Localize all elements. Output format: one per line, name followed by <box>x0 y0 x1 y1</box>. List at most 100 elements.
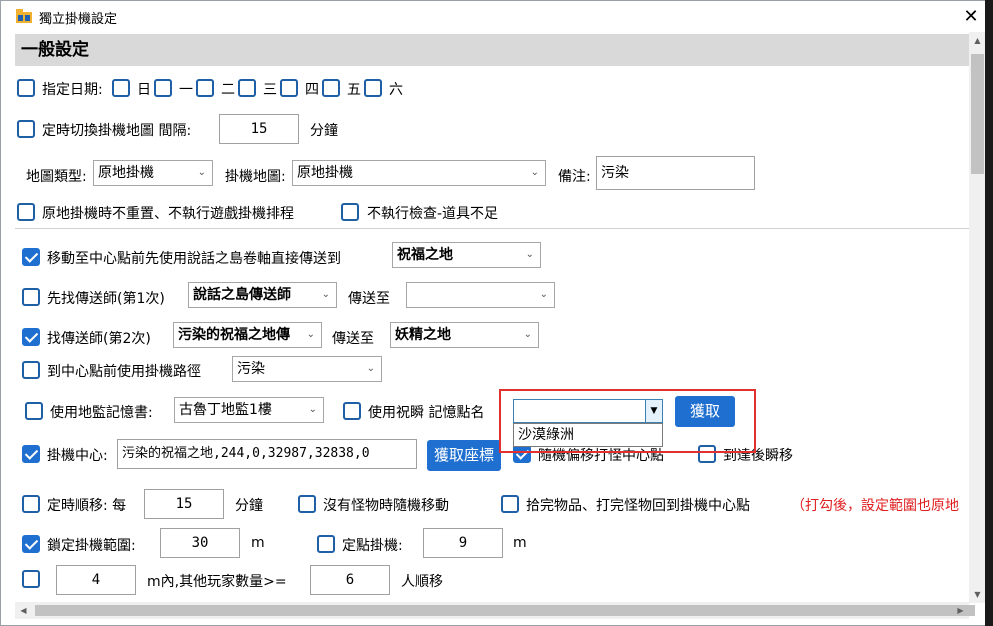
teleport-destination-select[interactable]: 祝福之地 ⌄ <box>392 242 541 268</box>
path-select[interactable]: 污染 ⌄ <box>232 356 382 382</box>
return-center-label: 拾完物品、打完怪物回到掛機中心點 <box>526 498 750 514</box>
day-thu-checkbox[interactable] <box>280 79 298 97</box>
timed-switch-checkbox[interactable] <box>17 120 35 138</box>
chevron-down-icon: ⌄ <box>197 167 206 178</box>
day-sun-label: 日 <box>137 82 151 98</box>
fixed-point-checkbox[interactable] <box>317 535 335 553</box>
memory-point-dropdown-option[interactable]: 沙漠綠洲 <box>513 423 663 447</box>
switch-interval-input[interactable]: 15 <box>219 114 299 144</box>
second-send-select[interactable]: 妖精之地 ⌄ <box>390 322 539 348</box>
path-value: 污染 <box>237 361 265 377</box>
background-edge <box>985 0 993 626</box>
specify-date-checkbox[interactable] <box>17 79 35 97</box>
map-type-value: 原地掛機 <box>98 165 154 181</box>
map-type-select[interactable]: 原地掛機 ⌄ <box>93 160 213 186</box>
first-send-label: 傳送至 <box>348 291 390 307</box>
player-range-input[interactable]: 4 <box>56 565 136 595</box>
day-sat-label: 六 <box>389 82 403 98</box>
app-icon <box>16 9 32 23</box>
chevron-down-icon: ⌄ <box>308 404 317 415</box>
second-send-label: 傳送至 <box>332 331 374 347</box>
timed-move-checkbox[interactable] <box>22 495 40 513</box>
first-teleporter-label: 先找傳送師(第1次) <box>47 291 165 307</box>
first-send-select[interactable]: ⌄ <box>406 282 555 308</box>
chevron-down-icon: ⌄ <box>530 167 539 178</box>
day-tue-checkbox[interactable] <box>196 79 214 97</box>
center-checkbox[interactable] <box>22 445 40 463</box>
player-count-checkbox[interactable] <box>22 570 40 588</box>
player-range-label: m內,其他玩家數量>= <box>147 574 287 590</box>
map-label: 掛機地圖: <box>225 169 286 185</box>
day-fri-checkbox[interactable] <box>322 79 340 97</box>
use-path-checkbox[interactable] <box>22 361 40 379</box>
section-title: 一般設定 <box>15 34 969 66</box>
teleport-scroll-checkbox[interactable] <box>22 248 40 266</box>
fixed-point-input[interactable]: 9 <box>423 528 503 558</box>
second-teleporter-label: 找傳送師(第2次) <box>47 331 151 347</box>
day-wed-label: 三 <box>263 82 277 98</box>
center-label: 掛機中心: <box>47 448 108 464</box>
no-check-checkbox[interactable] <box>341 203 359 221</box>
return-center-note: （打勾後，設定範圍也原地 <box>791 498 959 514</box>
divider <box>15 228 969 229</box>
horizontal-scroll-thumb[interactable] <box>35 605 975 616</box>
timed-move-unit: 分鐘 <box>235 498 263 514</box>
day-tue-label: 二 <box>221 82 235 98</box>
day-mon-checkbox[interactable] <box>154 79 172 97</box>
day-sat-checkbox[interactable] <box>364 79 382 97</box>
close-icon[interactable]: ✕ <box>953 4 989 30</box>
second-teleporter-select[interactable]: 污染的祝福之地傳 ⌄ <box>173 322 322 348</box>
lock-range-input[interactable]: 30 <box>160 528 240 558</box>
timed-switch-label: 定時切換掛機地圖 間隔: <box>42 123 192 139</box>
no-check-label: 不執行檢查-道具不足 <box>367 206 499 222</box>
day-mon-label: 一 <box>179 82 193 98</box>
second-teleporter-value: 污染的祝福之地傳 <box>178 327 290 343</box>
fetch-coordinates-button[interactable]: 獲取座標 <box>427 440 501 471</box>
no-reset-checkbox[interactable] <box>17 203 35 221</box>
teleport-destination-value: 祝福之地 <box>397 247 453 263</box>
player-count-label: 人順移 <box>401 574 443 590</box>
fixed-point-unit: m <box>513 535 527 551</box>
vertical-scrollbar[interactable]: ▲ ▼ <box>969 32 986 603</box>
timed-move-input[interactable]: 15 <box>144 489 224 519</box>
scroll-up-icon[interactable]: ▲ <box>969 32 986 49</box>
specify-date-label: 指定日期: <box>42 82 103 98</box>
player-count-input[interactable]: 6 <box>310 565 390 595</box>
scroll-down-icon[interactable]: ▼ <box>969 586 986 603</box>
return-center-checkbox[interactable] <box>501 495 519 513</box>
note-label: 備注: <box>558 169 591 185</box>
lock-range-checkbox[interactable] <box>22 535 40 553</box>
horizontal-scrollbar[interactable]: ◀ ▶ <box>15 602 975 619</box>
day-thu-label: 四 <box>305 82 319 98</box>
lock-range-label: 鎖定掛機範圍: <box>47 538 136 554</box>
timed-move-label: 定時順移: 每 <box>47 498 127 514</box>
map-select[interactable]: 原地掛機 ⌄ <box>292 160 546 186</box>
memory-book-select[interactable]: 古魯丁地監1樓 ⌄ <box>174 397 324 423</box>
no-reset-label: 原地掛機時不重置、不執行遊戲掛機排程 <box>42 206 294 222</box>
title-bar: 獨立掛機設定 ✕ <box>1 1 993 32</box>
center-input[interactable]: 污染的祝福之地,244,0,32987,32838,0 <box>117 439 417 469</box>
second-send-value: 妖精之地 <box>395 327 451 343</box>
second-teleporter-checkbox[interactable] <box>22 328 40 346</box>
chevron-down-icon: ⌄ <box>525 249 534 260</box>
day-wed-checkbox[interactable] <box>238 79 256 97</box>
first-teleporter-select[interactable]: 說話之島傳送師 ⌄ <box>188 282 337 308</box>
day-fri-label: 五 <box>347 82 361 98</box>
no-monster-move-checkbox[interactable] <box>298 495 316 513</box>
scroll-left-icon[interactable]: ◀ <box>15 602 32 619</box>
memory-book-value: 古魯丁地監1樓 <box>179 402 272 418</box>
day-sun-checkbox[interactable] <box>112 79 130 97</box>
vertical-scroll-thumb[interactable] <box>971 54 984 174</box>
first-teleporter-value: 說話之島傳送師 <box>193 287 291 303</box>
first-teleporter-checkbox[interactable] <box>22 288 40 306</box>
scroll-right-icon[interactable]: ▶ <box>952 602 969 619</box>
memory-book-label: 使用地監記憶書: <box>50 405 153 421</box>
bless-teleport-checkbox[interactable] <box>343 402 361 420</box>
chevron-down-icon: ⌄ <box>539 289 548 300</box>
memory-book-checkbox[interactable] <box>25 402 43 420</box>
map-type-label: 地圖類型: <box>26 169 87 185</box>
teleport-scroll-label: 移動至中心點前先使用說話之島卷軸直接傳送到 <box>47 251 341 267</box>
chevron-down-icon: ⌄ <box>306 329 315 340</box>
note-input[interactable]: 污染 <box>596 156 755 190</box>
map-value: 原地掛機 <box>297 165 353 181</box>
